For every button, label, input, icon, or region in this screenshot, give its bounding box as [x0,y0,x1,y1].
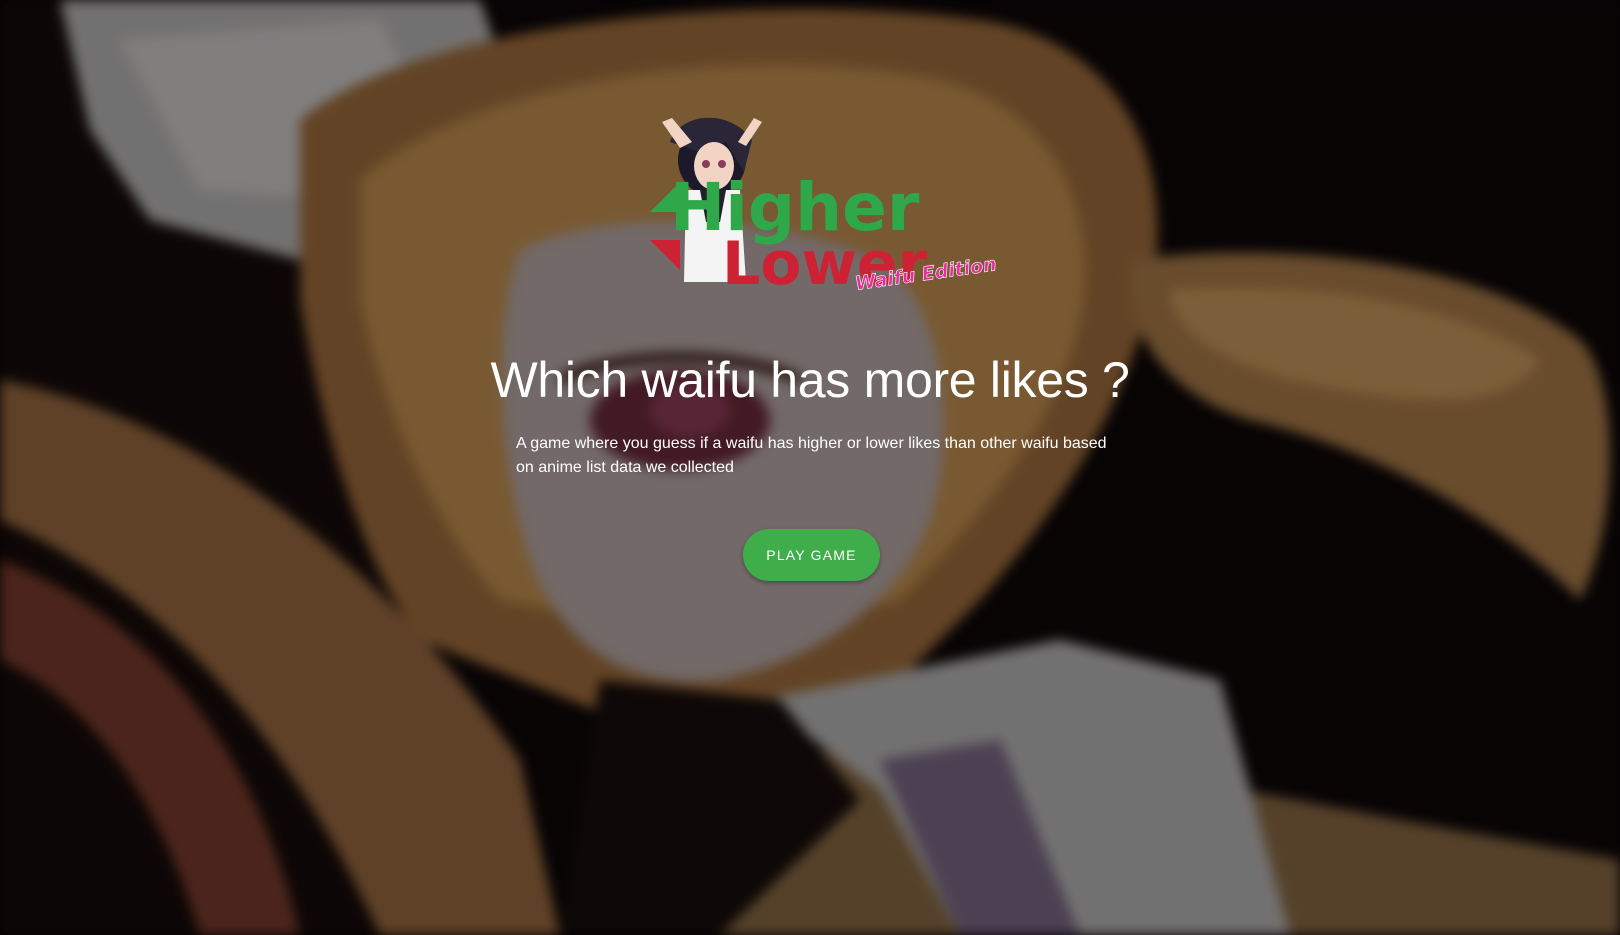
landing-page: Higher Lower Waifu Edition Which waifu h… [0,0,1620,935]
play-game-button[interactable]: PLAY GAME [743,529,880,581]
game-description: A game where you guess if a waifu has hi… [516,435,1107,476]
page-title: Which waifu has more likes ? [490,352,1130,408]
game-logo: Higher Lower Waifu Edition [640,112,1020,302]
hero-section: Higher Lower Waifu Edition Which waifu h… [0,0,1620,935]
